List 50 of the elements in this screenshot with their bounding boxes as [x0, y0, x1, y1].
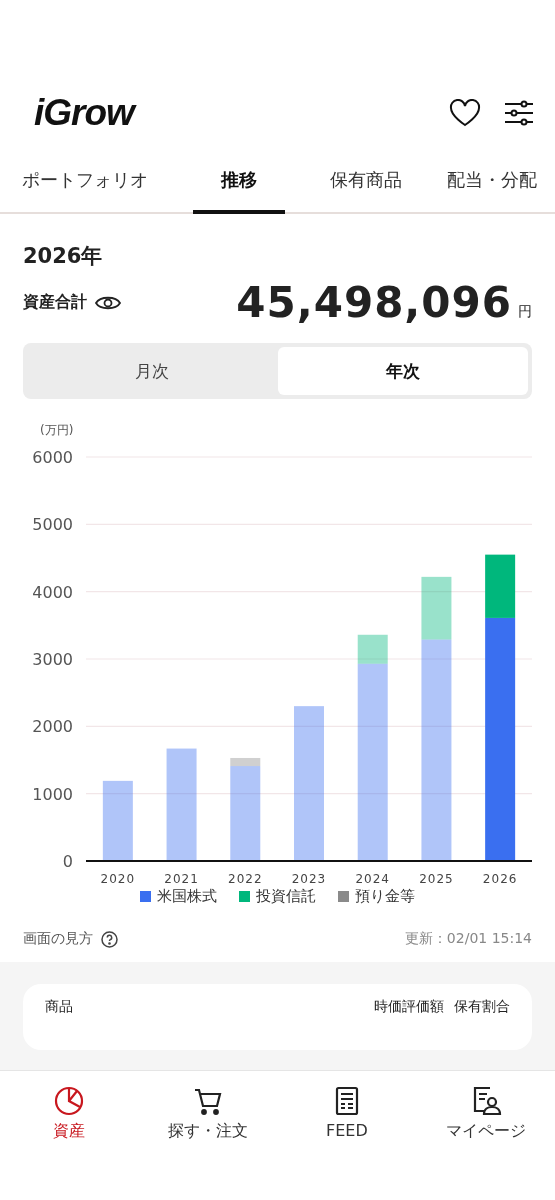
x-tick-label: 2022 — [228, 872, 263, 886]
column-header: 商品 — [45, 998, 73, 1016]
nav-item[interactable]: FEED — [281, 1085, 412, 1200]
x-tick-label: 2020 — [100, 872, 136, 886]
help-icon[interactable] — [101, 930, 118, 948]
y-tick-label: 3000 — [32, 650, 73, 669]
nav-item[interactable]: 資産 — [4, 1085, 135, 1200]
bar-segment[interactable] — [485, 554, 516, 618]
period-option[interactable]: 月次 — [27, 347, 278, 395]
y-tick-label: 1000 — [32, 784, 73, 804]
legend-label: 米国株式 — [157, 887, 217, 906]
bar-segment[interactable] — [230, 758, 261, 767]
pie-chart-icon — [53, 1085, 86, 1117]
y-tick-label: 2000 — [32, 717, 73, 737]
y-tick-label: 6000 — [32, 448, 73, 467]
x-tick-label: 2025 — [419, 872, 454, 886]
total-amount: 45,498,096 — [236, 278, 512, 327]
bar-segment[interactable] — [230, 766, 261, 861]
tab[interactable]: 配当・分配 — [447, 156, 537, 214]
legend-swatch — [338, 891, 349, 902]
currency-unit: 円 — [518, 303, 532, 321]
settings-icon[interactable] — [505, 100, 533, 126]
period-option[interactable]: 年次 — [277, 347, 528, 395]
bar-segment[interactable] — [102, 780, 133, 861]
x-tick-label: 2023 — [291, 872, 327, 886]
y-tick-label: 5000 — [32, 515, 73, 535]
nav-item[interactable]: 探す・注文 — [143, 1085, 274, 1200]
updated-time: 更新：02/01 15:14 — [404, 930, 532, 948]
total-label: 資産合計 — [23, 292, 87, 313]
unit-label: (万円) — [40, 423, 74, 437]
heart-icon[interactable] — [449, 99, 481, 127]
legend-label: 投資信託 — [256, 887, 316, 906]
y-tick-label: 0 — [62, 852, 73, 871]
year-heading: 2026年 — [22, 243, 104, 270]
tab[interactable]: 保有商品 — [330, 156, 402, 214]
legend-label: 預り金等 — [355, 887, 415, 906]
column-header: 時価評価額 — [374, 998, 444, 1016]
tab[interactable]: 推移 — [193, 156, 285, 214]
legend-swatch — [239, 891, 250, 902]
y-tick-label: 4000 — [32, 582, 73, 602]
bar-segment[interactable] — [485, 617, 516, 861]
nav-item[interactable]: マイページ — [420, 1085, 551, 1200]
legend-swatch — [140, 891, 151, 902]
bar-segment[interactable] — [357, 663, 388, 861]
column-header: 保有割合 — [454, 998, 510, 1016]
x-tick-label: 2021 — [164, 872, 199, 886]
x-tick-label: 2024 — [355, 872, 390, 886]
tab[interactable]: ポートフォリオ — [22, 156, 148, 214]
help-link[interactable]: 画面の見方 — [23, 930, 93, 948]
x-tick-label: 2026 — [482, 872, 518, 886]
